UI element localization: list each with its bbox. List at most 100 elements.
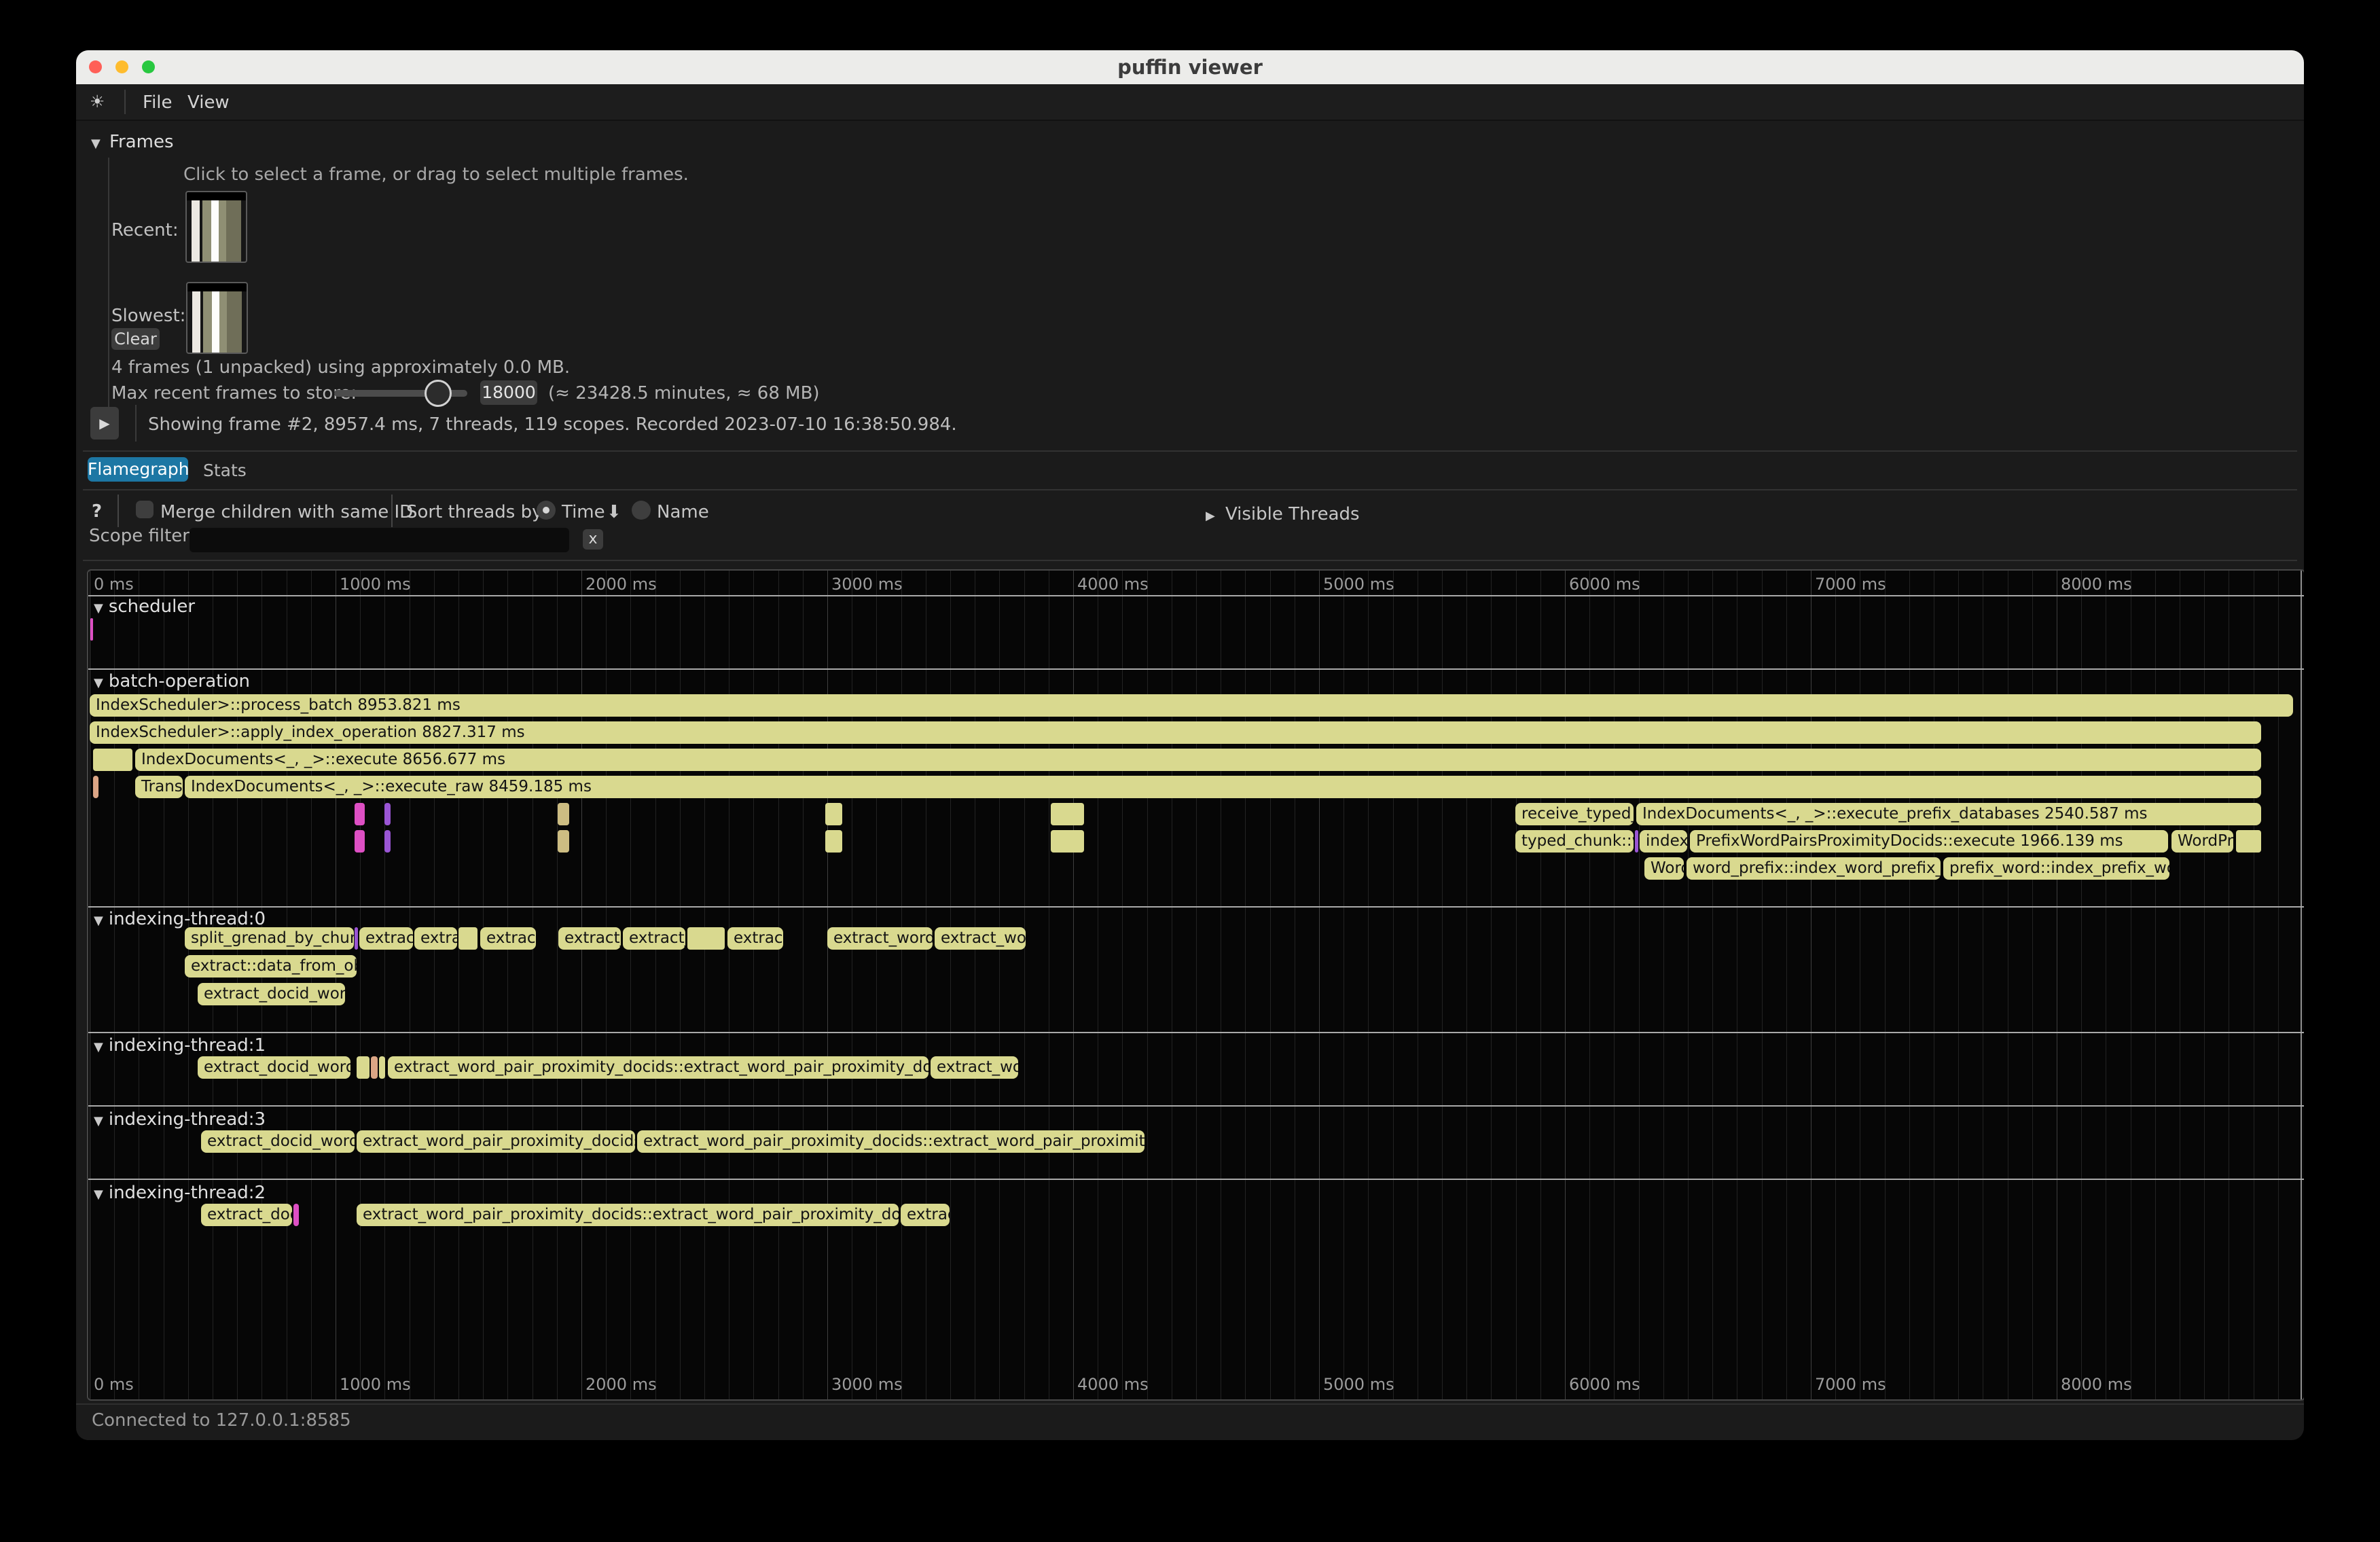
flame-scope-bar[interactable] — [687, 927, 725, 950]
flame-scope-bar[interactable] — [558, 830, 569, 853]
flame-scope-bar[interactable] — [825, 830, 842, 853]
flame-scope-bar[interactable]: extract — [727, 927, 783, 950]
flame-scope-bar[interactable]: extract_ — [558, 927, 621, 950]
slowest-frames-thumbnail[interactable] — [186, 282, 248, 354]
thread-name: indexing-thread:0 — [109, 909, 266, 929]
clear-frames-button[interactable]: Clear — [111, 328, 160, 350]
max-frames-value[interactable]: 18000 — [480, 380, 537, 405]
flame-scope-bar[interactable] — [1051, 803, 1084, 825]
flame-scope-bar[interactable] — [355, 803, 365, 825]
flame-scope-bar[interactable] — [825, 803, 842, 825]
flame-scope-bar[interactable]: extract — [359, 927, 413, 950]
flame-scope-bar[interactable]: IndexScheduler>::apply_index_operation 8… — [90, 721, 2261, 744]
flame-scope-bar[interactable]: index — [1640, 830, 1687, 853]
frames-section-label: Frames — [109, 132, 174, 152]
thread-section-header[interactable]: ▼indexing-thread:0 — [94, 909, 266, 929]
clear-filter-button[interactable]: x — [583, 529, 603, 550]
thread-section-header[interactable]: ▼indexing-thread:2 — [94, 1183, 266, 1203]
scope-filter-label: Scope filter: — [89, 526, 195, 546]
play-button[interactable]: ▶ — [90, 407, 119, 440]
flame-scope-bar[interactable]: extract_docid_word — [198, 983, 345, 1005]
flame-scope-bar[interactable] — [90, 618, 93, 641]
collapse-triangle-icon: ▼ — [94, 1114, 103, 1128]
collapse-triangle-icon: ▼ — [91, 137, 101, 151]
menu-view[interactable]: View — [187, 92, 230, 113]
flame-scope-bar[interactable]: extract_wo — [935, 927, 1026, 950]
sort-name-label: Name — [657, 502, 709, 522]
flame-scope-bar[interactable]: extra — [414, 927, 457, 950]
flame-scope-bar[interactable]: extract::data_from_ob — [185, 955, 357, 978]
ruler-tick-label: 5000 ms — [1323, 575, 1394, 594]
thread-section-header[interactable]: ▼batch-operation — [94, 671, 250, 692]
frames-hint-text: Click to select a frame, or drag to sele… — [183, 164, 689, 185]
flame-scope-bar[interactable]: extract_word_pair_proximity_docids::extr… — [388, 1056, 928, 1079]
flame-scope-bar[interactable]: PrefixWordPairsProximityDocids::execute … — [1690, 830, 2168, 853]
sort-time-radio[interactable] — [537, 501, 556, 520]
thread-section-header[interactable]: ▼scheduler — [94, 596, 195, 617]
slider-knob[interactable] — [425, 380, 452, 407]
flame-scope-bar[interactable] — [1051, 830, 1084, 853]
flame-scope-bar[interactable]: extract_word — [827, 927, 933, 950]
menu-separator — [124, 90, 126, 114]
flame-scope-bar[interactable] — [558, 803, 569, 825]
flame-scope-bar[interactable] — [93, 749, 132, 771]
flame-scope-bar[interactable]: IndexDocuments<_, _>::execute_prefix_dat… — [1636, 803, 2261, 825]
thread-section-header[interactable]: ▼indexing-thread:1 — [94, 1035, 266, 1056]
thread-section-header[interactable]: ▼indexing-thread:3 — [94, 1109, 266, 1130]
connection-status-text: Connected to 127.0.0.1:8585 — [92, 1410, 351, 1431]
flame-scope-bar[interactable]: extract_doc — [201, 1204, 292, 1226]
flame-scope-bar[interactable] — [93, 776, 98, 798]
flame-scope-bar[interactable] — [1635, 830, 1638, 853]
flame-scope-bar[interactable]: prefix_word::index_prefix_wo — [1943, 857, 2169, 880]
flame-scope-bar[interactable]: IndexDocuments<_, _>::execute 8656.677 m… — [135, 749, 2261, 771]
flame-scope-bar[interactable] — [384, 803, 391, 825]
sort-direction-icon[interactable]: ⬇ — [607, 502, 621, 522]
scope-filter-input[interactable] — [190, 528, 569, 552]
flame-scope-bar[interactable]: extract_wo — [931, 1056, 1018, 1079]
ruler-tick-label: 8000 ms — [2061, 1375, 2132, 1394]
max-frames-slider[interactable] — [334, 390, 467, 397]
flame-scope-bar[interactable]: extract_word_pair_proximity_docids — [357, 1130, 635, 1153]
sort-name-radio[interactable] — [632, 501, 651, 520]
flame-scope-bar[interactable]: extract_word_pair_proximity_docids::extr… — [357, 1204, 899, 1226]
section-separator — [88, 906, 2304, 908]
flame-scope-bar[interactable]: extrac — [901, 1204, 950, 1226]
flame-scope-bar[interactable] — [293, 1204, 299, 1226]
flame-scope-bar[interactable]: extract_word_pair_proximity_docids::extr… — [637, 1130, 1144, 1153]
tab-flamegraph[interactable]: Flamegraph — [88, 457, 188, 482]
flame-scope-bar[interactable]: extrac — [480, 927, 536, 950]
flame-scope-bar[interactable]: extract_docid_word — [198, 1056, 350, 1079]
flame-scope-bar[interactable]: receive_typed_ — [1515, 803, 1634, 825]
flame-scope-bar[interactable] — [2236, 830, 2261, 853]
flame-scope-bar[interactable]: Trans — [135, 776, 183, 798]
merge-children-checkbox[interactable] — [136, 501, 154, 518]
flame-scope-bar[interactable]: extract_docid_word — [201, 1130, 355, 1153]
flame-scope-bar[interactable] — [355, 927, 358, 950]
theme-toggle-icon[interactable]: ☀ — [90, 92, 105, 111]
slowest-frames-label: Slowest: — [111, 306, 185, 326]
flame-scope-bar[interactable] — [384, 830, 391, 853]
tab-stats[interactable]: Stats — [203, 461, 247, 480]
flame-scope-bar[interactable]: Word — [1644, 857, 1684, 880]
divider — [83, 560, 2297, 561]
flame-scope-bar[interactable]: typed_chunk::w — [1515, 830, 1634, 853]
menu-file[interactable]: File — [143, 92, 173, 113]
frames-section-header[interactable]: ▼ Frames — [91, 132, 174, 152]
flame-scope-bar[interactable]: split_grenad_by_chun — [185, 927, 354, 950]
flamegraph-panel[interactable]: 0 ms0 ms1000 ms1000 ms2000 ms2000 ms3000… — [87, 569, 2304, 1401]
flame-scope-bar[interactable] — [355, 830, 365, 853]
flame-scope-bar[interactable] — [371, 1056, 378, 1079]
flame-scope-bar[interactable]: word_prefix::index_word_prefix_ — [1687, 857, 1941, 880]
flame-scope-bar[interactable] — [357, 1056, 369, 1079]
flame-scope-bar[interactable]: IndexDocuments<_, _>::execute_raw 8459.1… — [185, 776, 2261, 798]
flame-scope-bar[interactable]: WordPr — [2171, 830, 2233, 853]
ruler-tick-label: 6000 ms — [1569, 1375, 1640, 1394]
visible-threads-toggle[interactable]: ▶ Visible Threads — [1206, 504, 1360, 524]
recent-frames-thumbnail[interactable] — [185, 191, 247, 263]
help-button[interactable]: ? — [92, 501, 102, 522]
flame-scope-bar[interactable]: extract_ — [623, 927, 685, 950]
flame-scope-bar[interactable] — [458, 927, 477, 950]
separator — [118, 495, 119, 527]
flame-scope-bar[interactable]: IndexScheduler>::process_batch 8953.821 … — [90, 694, 2293, 717]
flame-scope-bar[interactable] — [379, 1056, 385, 1079]
